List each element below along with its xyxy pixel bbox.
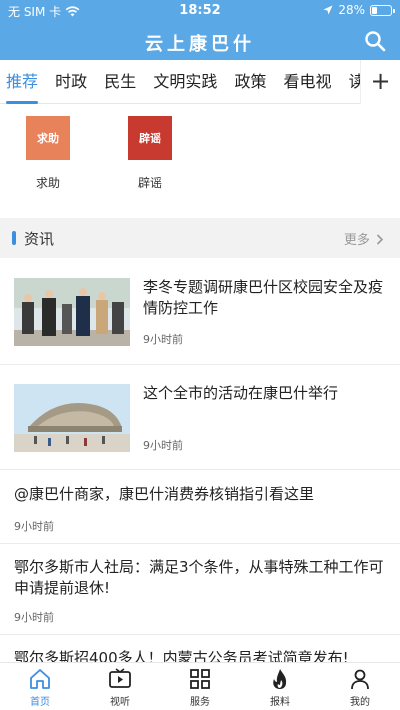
grid-icon — [190, 669, 210, 689]
news-thumbnail — [14, 278, 130, 346]
tab-read-newspaper[interactable]: 读报纸 — [343, 60, 360, 104]
add-channel-button[interactable]: + — [360, 60, 400, 104]
help-icon: 求助 — [26, 116, 70, 160]
section-title: 资讯 — [24, 230, 55, 248]
news-item[interactable]: 鄂尔多斯市人社局：满足3个条件，从事特殊工种工作可申请提前退休! 9小时前 — [0, 545, 400, 635]
news-item[interactable]: @康巴什商家，康巴什消费券核销指引看这里 9小时前 — [0, 471, 400, 544]
nav-home[interactable]: 首页 — [10, 667, 70, 708]
news-time: 9小时前 — [14, 611, 54, 624]
news-title: @康巴什商家，康巴什消费券核销指引看这里 — [14, 485, 315, 503]
news-section-header: 资讯 更多 — [0, 218, 400, 258]
chevron-right-icon — [376, 234, 384, 245]
news-item[interactable]: 这个全市的活动在康巴什举行 9小时前 — [0, 366, 400, 470]
quick-actions: 求助 求助 辟谣 辟谣 — [0, 104, 400, 214]
tab-recommend[interactable]: 推荐 — [0, 60, 44, 104]
nav-services[interactable]: 服务 — [170, 667, 230, 708]
news-title: 鄂尔多斯市人社局：满足3个条件，从事特殊工种工作可申请提前退休! — [14, 558, 384, 597]
tab-livelihood[interactable]: 民生 — [98, 60, 142, 104]
news-title: 这个全市的活动在康巴什举行 — [143, 384, 339, 402]
battery-icon — [370, 4, 395, 16]
tab-watch-tv[interactable]: 看电视 — [278, 60, 338, 104]
rumor-icon: 辟谣 — [128, 116, 172, 160]
location-arrow-icon — [323, 5, 333, 15]
bottom-navigation: 首页 视听 服务 报料 我的 — [0, 662, 400, 710]
app-title: 云上康巴什 — [145, 34, 255, 55]
quick-action-label: 辟谣 — [137, 176, 162, 190]
quick-action-help[interactable]: 求助 求助 — [18, 116, 78, 191]
news-time: 9小时前 — [143, 439, 183, 452]
home-icon — [30, 669, 50, 689]
news-item[interactable]: 李冬专题调研康巴什区校园安全及疫情防控工作 9小时前 — [0, 262, 400, 365]
tab-policy[interactable]: 政策 — [228, 60, 272, 104]
news-time: 9小时前 — [14, 520, 54, 533]
status-bar: 无 SIM 卡 18:52 28% — [0, 0, 400, 22]
app-header: 无 SIM 卡 18:52 28% 云上康巴什 — [0, 0, 400, 60]
nav-profile[interactable]: 我的 — [330, 667, 390, 708]
flame-icon — [273, 669, 287, 689]
tab-politics[interactable]: 时政 — [49, 60, 93, 104]
quick-action-label: 求助 — [35, 176, 60, 190]
search-icon[interactable] — [364, 30, 386, 52]
user-icon — [351, 669, 369, 690]
news-thumbnail — [14, 384, 130, 452]
nav-report[interactable]: 报料 — [250, 667, 310, 708]
channel-tabs: 推荐 时政 民生 文明实践 政策 看电视 读报纸 + — [0, 60, 400, 104]
tv-play-icon — [109, 668, 131, 688]
more-link[interactable]: 更多 — [344, 229, 384, 248]
nav-media[interactable]: 视听 — [90, 667, 150, 708]
tab-civilization-practice[interactable]: 文明实践 — [147, 60, 223, 104]
news-title: 李冬专题调研康巴什区校园安全及疫情防控工作 — [143, 278, 384, 317]
news-time: 9小时前 — [143, 333, 183, 346]
section-marker — [12, 231, 16, 245]
battery-percent: 28% — [338, 3, 365, 17]
quick-action-rumor[interactable]: 辟谣 辟谣 — [120, 116, 180, 191]
